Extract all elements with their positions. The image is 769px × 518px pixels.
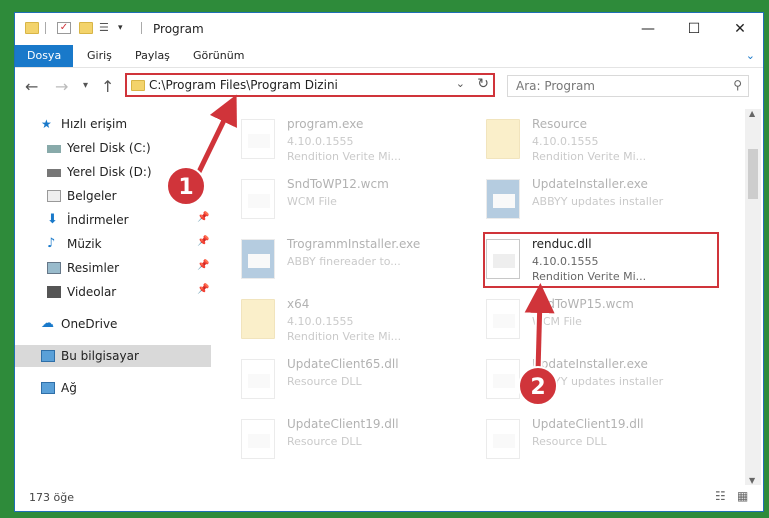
document-file-icon [241, 179, 275, 219]
navigation-pane: ★ Hızlı erişim Yerel Disk (C:) Yerel Dis… [15, 109, 211, 479]
recent-dropdown-icon[interactable]: ▾ [83, 80, 88, 91]
new-folder-icon[interactable] [79, 22, 93, 34]
sidebar-item-onedrive[interactable]: ☁ OneDrive [41, 313, 211, 335]
sidebar-item-bu-bilgisayar[interactable]: Bu bilgisayar [15, 345, 211, 367]
folder-icon [241, 299, 275, 339]
sidebar-item-ag[interactable]: Ağ [41, 377, 211, 399]
scrollbar-thumb[interactable] [748, 149, 758, 199]
pin-icon[interactable]: 📌 [197, 212, 209, 223]
file-item[interactable]: UpdateClient19.dll Resource DLL [241, 415, 471, 467]
address-bar[interactable]: C:\Program Files\Program Dizini ⌄ ↻ [125, 73, 495, 97]
dll-gear-icon [241, 359, 275, 399]
explorer-window: ✓ ☰ ▾ Program — ☐ ✕ Dosya Giriş Paylaş G… [14, 12, 764, 512]
customize-icon[interactable]: ☰ [99, 22, 113, 34]
refresh-icon[interactable]: ↻ [477, 76, 489, 92]
sidebar-item-resimler[interactable]: Resimler [47, 257, 207, 279]
sidebar-item-disk-c[interactable]: Yerel Disk (C:) [47, 137, 207, 159]
drive-icon [47, 169, 61, 177]
sidebar-item-indirmeler[interactable]: ⬇ İndirmeler [47, 209, 207, 231]
search-placeholder: Ara: Program [516, 79, 595, 93]
details-view-icon[interactable]: ☷ [715, 489, 726, 503]
up-arrow-icon[interactable]: ↑ [101, 77, 114, 96]
sidebar-item-videolar[interactable]: Videolar [47, 281, 207, 303]
separator [141, 22, 142, 34]
item-count: 173 öğe [29, 491, 74, 504]
folder-icon [486, 119, 520, 159]
highlight-box-renduc [483, 232, 719, 288]
file-item[interactable]: program.exe 4.10.0.1555 Rendition Verite… [241, 115, 471, 167]
dll-gear-icon [486, 419, 520, 459]
maximize-button[interactable]: ☐ [671, 13, 717, 45]
scroll-down-icon[interactable]: ▼ [749, 476, 755, 485]
file-list: program.exe 4.10.0.1555 Rendition Verite… [211, 109, 746, 485]
close-button[interactable]: ✕ [717, 13, 763, 45]
large-icons-view-icon[interactable]: ▦ [737, 489, 748, 503]
separator [45, 22, 46, 34]
search-box[interactable]: Ara: Program ⚲ [507, 75, 749, 97]
properties-icon[interactable]: ✓ [57, 22, 71, 34]
videos-icon [47, 286, 61, 298]
file-item[interactable]: UpdateClient65.dll Resource DLL [241, 355, 471, 407]
documents-icon [47, 190, 61, 202]
installer-file-icon [241, 239, 275, 279]
drive-icon [47, 145, 61, 153]
dll-gear-icon [241, 419, 275, 459]
address-row: ← → ▾ ↑ C:\Program Files\Program Dizini … [15, 71, 763, 101]
search-icon: ⚲ [733, 78, 742, 92]
exe-file-icon [241, 119, 275, 159]
sidebar-item-quick-access[interactable]: ★ Hızlı erişim [41, 113, 211, 135]
cloud-icon: ☁ [41, 316, 54, 331]
pin-icon[interactable]: 📌 [197, 284, 209, 295]
quick-access-dropdown-icon[interactable]: ▾ [118, 22, 132, 34]
file-item[interactable]: x64 4.10.0.1555 Rendition Verite Mi... [241, 295, 471, 347]
installer-file-icon [486, 179, 520, 219]
pictures-icon [47, 262, 61, 274]
title-bar: ✓ ☰ ▾ Program — ☐ ✕ [15, 13, 763, 45]
folder-icon [25, 22, 39, 34]
file-item[interactable]: SndToWP12.wcm WCM File [241, 175, 471, 227]
vertical-scrollbar[interactable]: ▲ ▼ [745, 109, 761, 485]
file-item[interactable]: TrogrammInstaller.exe ABBY finereader to… [241, 235, 471, 287]
address-dropdown-icon[interactable]: ⌄ [456, 77, 465, 90]
network-icon [41, 382, 55, 394]
file-item[interactable]: UpdateInstaller.exe ABBYY updates instal… [486, 175, 716, 227]
sidebar-item-muzik[interactable]: ♪ Müzik [47, 233, 207, 255]
tab-giris[interactable]: Giriş [87, 45, 112, 67]
window-title: Program [153, 22, 204, 36]
ribbon-tabs: Dosya Giriş Paylaş Görünüm ⌄ [15, 45, 763, 68]
tab-dosya[interactable]: Dosya [15, 45, 74, 67]
forward-arrow-icon[interactable]: → [55, 77, 68, 96]
tab-paylas[interactable]: Paylaş [135, 45, 170, 67]
pin-icon[interactable]: 📌 [197, 260, 209, 271]
computer-icon [41, 350, 55, 362]
ribbon-expand-icon[interactable]: ⌄ [746, 45, 755, 67]
music-icon: ♪ [47, 236, 56, 251]
back-arrow-icon[interactable]: ← [25, 77, 38, 96]
step-badge-2: 2 [518, 366, 558, 406]
scroll-up-icon[interactable]: ▲ [749, 109, 755, 118]
pin-icon[interactable]: 📌 [197, 236, 209, 247]
step-badge-1: 1 [166, 166, 206, 206]
folder-icon [131, 80, 145, 91]
document-file-icon [486, 299, 520, 339]
star-icon: ★ [41, 117, 52, 131]
dll-gear-icon [486, 359, 520, 399]
file-item[interactable]: UpdateClient19.dll Resource DLL [486, 415, 716, 467]
minimize-button[interactable]: — [625, 13, 671, 45]
address-path: C:\Program Files\Program Dizini [149, 78, 338, 92]
download-icon: ⬇ [47, 212, 58, 227]
file-item[interactable]: SndToWP15.wcm WCM File [486, 295, 716, 347]
tab-gorunum[interactable]: Görünüm [193, 45, 244, 67]
file-item[interactable]: Resource 4.10.0.1555 Rendition Verite Mi… [486, 115, 716, 167]
